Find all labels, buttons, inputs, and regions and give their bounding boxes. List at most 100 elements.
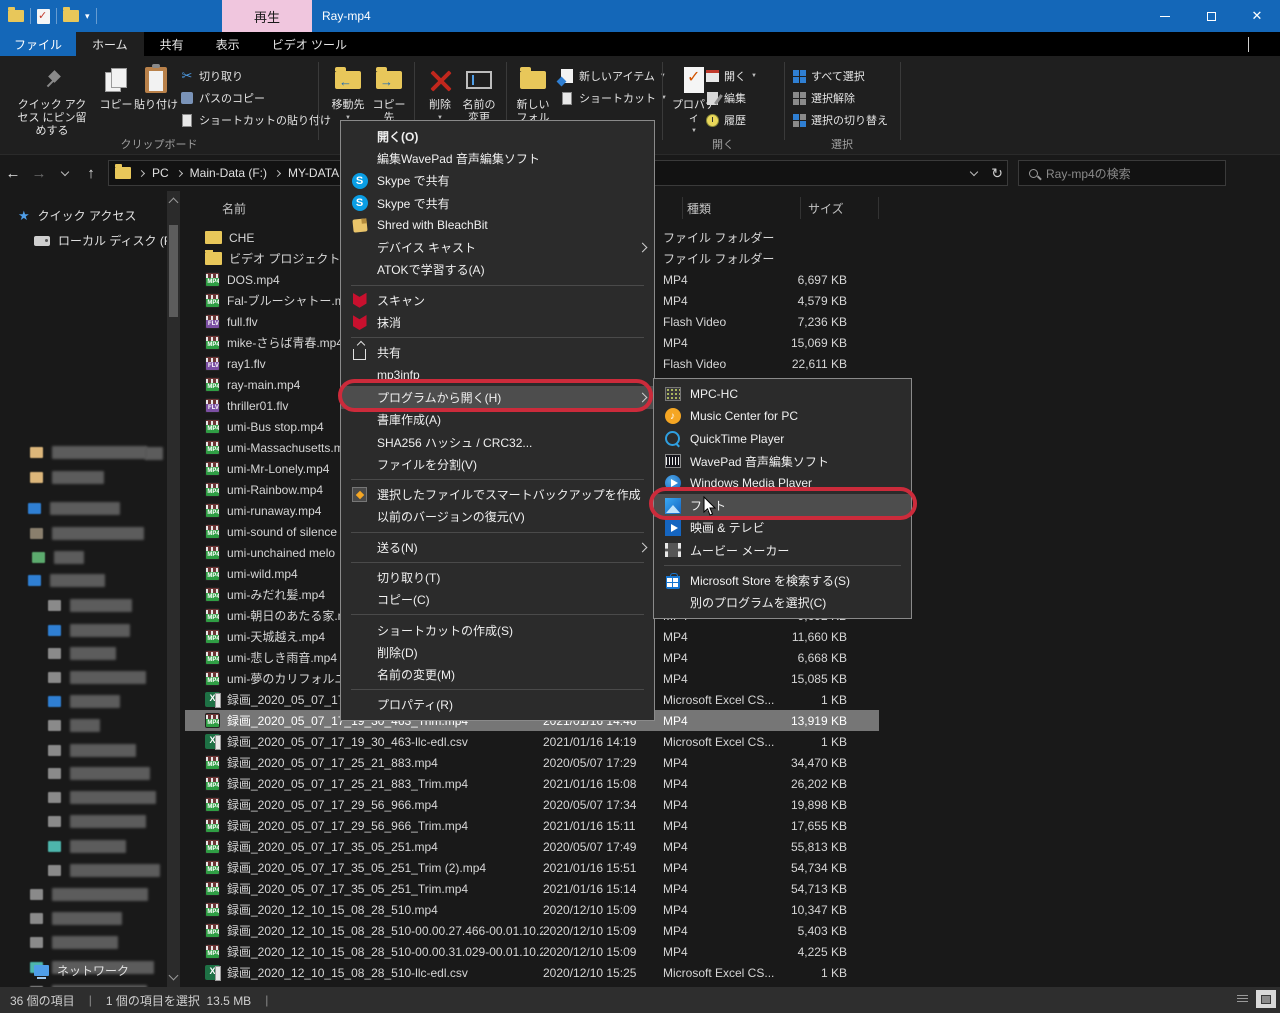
sidebar-item-network[interactable]: ネットワーク [34, 962, 129, 979]
delete-button[interactable]: 削除▼ [420, 64, 460, 125]
large-icons-view-button[interactable] [1256, 990, 1276, 1008]
maximize-button[interactable] [1188, 0, 1234, 32]
table-row[interactable]: 録画_2020_12_10_15_08_28_510.mp42020/12/10… [185, 899, 879, 920]
scroll-down-icon[interactable] [169, 971, 179, 981]
video-tools-play-tab[interactable]: 再生 [222, 0, 312, 32]
sidebar-scrollbar[interactable] [167, 191, 180, 987]
tab-share[interactable]: 共有 [144, 32, 200, 56]
context-menu-item[interactable]: SSkype で共有 [341, 192, 654, 214]
context-menu-item[interactable]: スキャン [341, 289, 654, 311]
move-to-button[interactable]: ← 移動先▼ [328, 64, 368, 125]
context-menu-item[interactable]: ショートカットの作成(S) [341, 619, 654, 641]
column-header-type[interactable]: 種類 [683, 197, 801, 219]
context-menu-item[interactable]: 名前の変更(M) [341, 664, 654, 686]
qat-properties-icon[interactable] [37, 9, 50, 24]
context-menu-item[interactable]: ATOKで学習する(A) [341, 259, 654, 281]
sidebar-item-quick-access[interactable]: ★ クイック アクセス [18, 207, 136, 224]
censored-sidebar-item[interactable] [70, 695, 120, 708]
open-with-item[interactable]: Microsoft Store を検索する(S) [654, 569, 911, 591]
censored-sidebar-item[interactable] [70, 671, 146, 684]
context-menu-item[interactable]: コピー(C) [341, 589, 654, 611]
scroll-up-icon[interactable] [169, 198, 179, 208]
censored-sidebar-item[interactable] [70, 719, 100, 732]
breadcrumb-item-pc[interactable]: PC [152, 166, 182, 180]
censored-sidebar-item[interactable] [70, 647, 116, 660]
context-menu-item[interactable]: 抹消 [341, 311, 654, 333]
table-row[interactable]: 録画_2020_05_07_17_19_30_463-llc-edl.csv20… [185, 731, 879, 752]
open-with-item[interactable]: ♪Music Center for PC [654, 405, 911, 427]
qat-new-folder-icon[interactable] [63, 10, 79, 22]
context-menu-item[interactable]: 編集WavePad 音声編集ソフト [341, 147, 654, 169]
open-with-item[interactable]: WavePad 音声編集ソフト [654, 450, 911, 472]
shortcut-button[interactable]: ショートカット▼ [560, 90, 667, 106]
context-menu-item[interactable]: 以前のバージョンの復元(V) [341, 506, 654, 528]
table-row[interactable]: 録画_2020_05_07_17_29_56_966_Trim.mp42021/… [185, 815, 879, 836]
table-row[interactable]: 録画_2020_05_07_17_25_21_883_Trim.mp42021/… [185, 773, 879, 794]
table-row[interactable]: 録画_2020_05_07_17_25_21_883.mp42020/05/07… [185, 752, 879, 773]
table-row[interactable]: 録画_2020_05_07_17_35_05_251_Trim.mp42021/… [185, 878, 879, 899]
censored-sidebar-item[interactable] [70, 840, 126, 853]
context-menu-item[interactable]: 開く(O) [341, 125, 654, 147]
new-item-button[interactable]: 新しいアイテム▼ [560, 68, 666, 84]
censored-sidebar-item[interactable] [52, 912, 122, 925]
context-menu-item[interactable]: SSkype で共有 [341, 170, 654, 192]
qat-folder-icon[interactable] [8, 10, 24, 22]
context-menu-item[interactable]: 書庫作成(A) [341, 409, 654, 431]
context-menu-item[interactable]: ファイルを分割(V) [341, 453, 654, 475]
close-button[interactable]: ✕ [1234, 0, 1280, 32]
context-menu-item[interactable]: 選択したファイルでスマートバックアップを作成 [341, 483, 654, 505]
forward-button[interactable]: → [26, 161, 52, 185]
back-button[interactable]: ← [0, 161, 26, 185]
refresh-icon[interactable]: ↻ [991, 165, 1003, 182]
context-menu-item[interactable]: mp3infp [341, 364, 654, 386]
context-menu-item[interactable]: プログラムから開く(H) [341, 386, 654, 408]
table-row[interactable]: 録画_2020_05_07_17_35_05_251_Trim (2).mp42… [185, 857, 879, 878]
context-menu-item[interactable]: プロパティ(R) [341, 694, 654, 716]
censored-sidebar-item[interactable] [70, 599, 132, 612]
sidebar-item-local-disk-r[interactable]: ローカル ディスク (R:) 📌 [34, 232, 185, 249]
censored-sidebar-item[interactable] [50, 574, 105, 587]
context-menu-item[interactable]: デバイス キャスト [341, 236, 654, 258]
censored-sidebar-item[interactable] [52, 471, 104, 484]
censored-sidebar-item[interactable] [70, 864, 160, 877]
column-header-size[interactable]: サイズ [801, 197, 879, 219]
table-row[interactable]: 録画_2020_12_10_15_08_28_510-00.00.27.466-… [185, 920, 879, 941]
open-with-item[interactable]: 別のプログラムを選択(C) [654, 592, 911, 614]
minimize-button[interactable] [1142, 0, 1188, 32]
details-view-button[interactable] [1232, 990, 1252, 1008]
collapse-ribbon-button[interactable] [1248, 38, 1258, 44]
censored-sidebar-item[interactable] [70, 791, 156, 804]
open-with-item[interactable]: QuickTime Player [654, 428, 911, 450]
rename-button[interactable]: 名前の 変更 [458, 64, 500, 125]
qat-customize-chevron-icon[interactable]: ▾ [85, 12, 90, 21]
tab-file[interactable]: ファイル [0, 32, 76, 56]
censored-sidebar-item[interactable] [52, 888, 148, 901]
context-menu-item[interactable]: 切り取り(T) [341, 566, 654, 588]
context-menu-item[interactable]: 削除(D) [341, 641, 654, 663]
censored-sidebar-item[interactable] [50, 502, 120, 515]
censored-sidebar-item[interactable] [54, 551, 84, 564]
table-row[interactable]: 録画_2020_05_07_17_35_05_251.mp42020/05/07… [185, 836, 879, 857]
open-with-item[interactable]: ムービー メーカー [654, 539, 911, 561]
censored-sidebar-item[interactable] [52, 446, 147, 459]
context-menu-item[interactable]: SHA256 ハッシュ / CRC32... [341, 431, 654, 453]
search-input[interactable]: Ray-mp4の検索 [1018, 160, 1226, 186]
censored-sidebar-item[interactable] [70, 815, 146, 828]
censored-sidebar-item[interactable] [70, 767, 150, 780]
recent-locations-chevron-icon[interactable] [52, 161, 78, 185]
censored-sidebar-item[interactable] [70, 624, 130, 637]
tab-home[interactable]: ホーム [76, 32, 144, 56]
censored-sidebar-item[interactable] [52, 527, 144, 540]
sidebar-scrollbar-thumb[interactable] [169, 225, 178, 317]
context-menu-item[interactable]: 送る(N) [341, 536, 654, 558]
open-with-item[interactable]: MPC-HC [654, 383, 911, 405]
breadcrumb-item-drive[interactable]: Main-Data (F:) [190, 166, 280, 180]
table-row[interactable]: 録画_2020_05_07_17_29_56_966.mp42020/05/07… [185, 794, 879, 815]
censored-sidebar-item[interactable] [52, 936, 118, 949]
tab-view[interactable]: 表示 [200, 32, 256, 56]
table-row[interactable]: 録画_2020_12_10_15_08_28_510-llc-edl.csv20… [185, 962, 879, 983]
up-button[interactable]: ↑ [78, 161, 104, 185]
address-dropdown-chevron-icon[interactable] [970, 167, 978, 175]
censored-sidebar-item[interactable] [70, 744, 136, 757]
context-menu-item[interactable]: Shred with BleachBit [341, 214, 654, 236]
